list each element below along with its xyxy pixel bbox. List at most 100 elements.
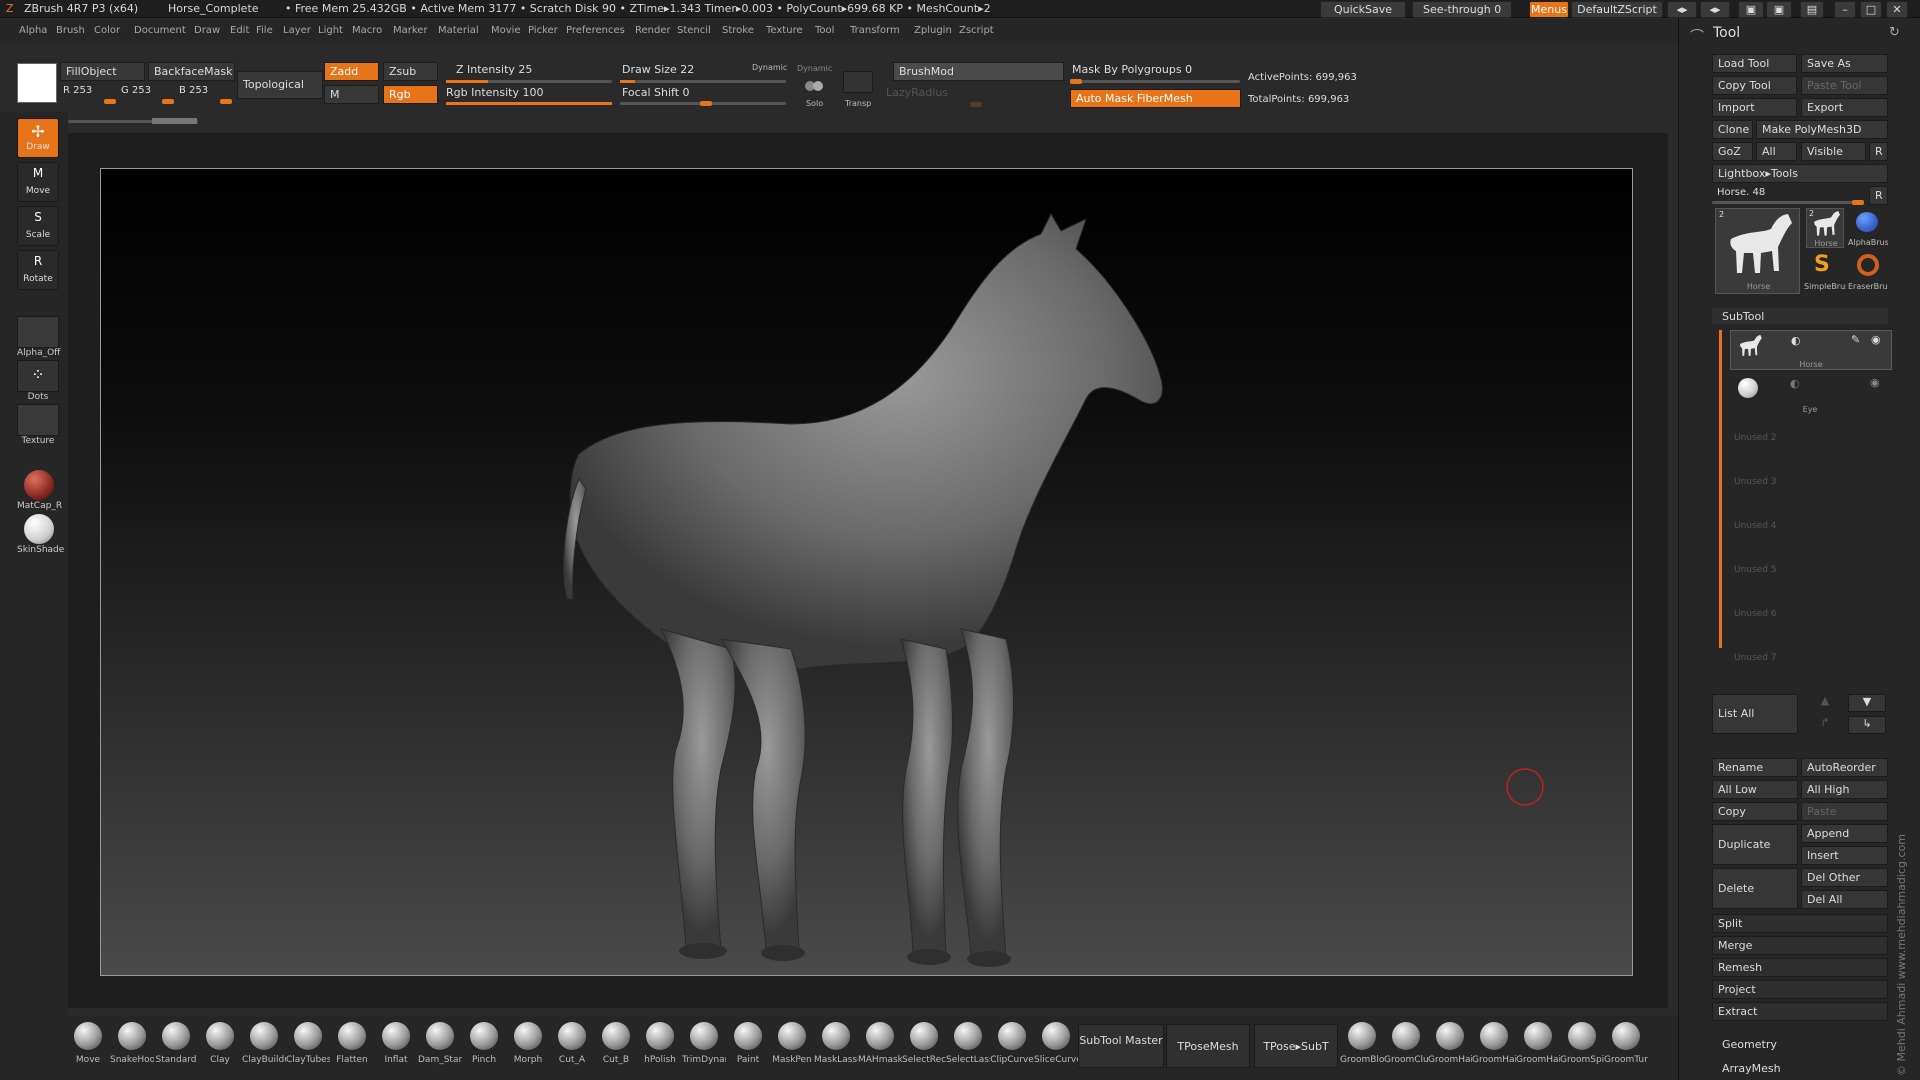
document-canvas[interactable]: [100, 168, 1633, 976]
menu-zplugin[interactable]: Zplugin: [914, 25, 952, 36]
menu-stencil[interactable]: Stencil: [677, 25, 711, 36]
quicksave-button[interactable]: QuickSave: [1320, 1, 1406, 18]
menu-texture[interactable]: Texture: [766, 25, 803, 36]
tool-slider[interactable]: [1712, 201, 1862, 204]
layout-1-icon[interactable]: ▣: [1738, 1, 1764, 18]
brush-groomspike[interactable]: GroomSpike: [1560, 1022, 1604, 1074]
subtool-master-button[interactable]: SubTool Master: [1078, 1024, 1164, 1068]
brush-paint[interactable]: Paint: [726, 1022, 770, 1074]
brush-mahmask[interactable]: MAHmask: [858, 1022, 902, 1074]
rgb-intensity-slider[interactable]: [446, 102, 612, 105]
menu-brush[interactable]: Brush: [56, 25, 85, 36]
brush-groomhairshort[interactable]: GroomHairShort: [1472, 1022, 1516, 1074]
clone-button[interactable]: Clone: [1712, 120, 1753, 139]
zadd-button[interactable]: Zadd: [324, 62, 379, 81]
all-low-button[interactable]: All Low: [1712, 780, 1798, 799]
visible-button[interactable]: Visible: [1801, 142, 1866, 161]
menu-document[interactable]: Document: [134, 25, 186, 36]
goz-r-button[interactable]: R: [1869, 142, 1888, 161]
menu-preferences[interactable]: Preferences: [566, 25, 625, 36]
brush-groomclump[interactable]: GroomClump: [1384, 1022, 1428, 1074]
subtool-row-eye[interactable]: ◐ ◉ Eye: [1730, 374, 1892, 414]
m-button[interactable]: M: [324, 85, 379, 104]
z-intensity-slider[interactable]: [446, 80, 612, 83]
brush-maskpen[interactable]: MaskPen: [770, 1022, 814, 1074]
dynamic-label[interactable]: Dynamic: [752, 63, 787, 72]
color-r-value[interactable]: R 253: [63, 85, 92, 96]
brush-claybuildup[interactable]: ClayBuildup: [242, 1022, 286, 1074]
delete-button[interactable]: Delete: [1712, 868, 1798, 909]
menu-movie[interactable]: Movie: [491, 25, 521, 36]
move-down-icon[interactable]: ▼: [1848, 694, 1886, 712]
draw-size-label[interactable]: Draw Size 22: [622, 63, 694, 76]
split-section[interactable]: Split: [1712, 914, 1888, 933]
merge-section[interactable]: Merge: [1712, 936, 1888, 955]
menus-toggle[interactable]: Menus: [1529, 1, 1569, 18]
fill-object-button[interactable]: FillObject: [60, 62, 145, 81]
lock-icon[interactable]: ▤: [1800, 1, 1824, 18]
brush-trimdynamic[interactable]: TrimDynamic: [682, 1022, 726, 1074]
paste-subtool-button[interactable]: Paste: [1801, 802, 1888, 821]
texture-slot[interactable]: [17, 404, 59, 436]
draw-mode-button[interactable]: ✢ Draw: [17, 118, 59, 158]
horse-model-render[interactable]: [101, 169, 1634, 977]
skinshade-material-icon[interactable]: [24, 514, 54, 544]
del-all-button[interactable]: Del All: [1801, 890, 1888, 909]
menu-stroke[interactable]: Stroke: [722, 25, 754, 36]
subtool-row-horse[interactable]: ◐ ✎ ◉ Horse: [1730, 330, 1892, 370]
menu-layer[interactable]: Layer: [283, 25, 311, 36]
current-tool-thumbnail[interactable]: 2 Horse: [1715, 208, 1800, 294]
brush-clay[interactable]: Clay: [198, 1022, 242, 1074]
brush-icon[interactable]: ✎: [1851, 333, 1860, 346]
main-color-swatch[interactable]: [17, 63, 57, 103]
rename-button[interactable]: Rename: [1712, 758, 1798, 777]
transp-icon[interactable]: [843, 71, 873, 93]
color-g-value[interactable]: G 253: [121, 85, 151, 96]
make-polymesh3d-button[interactable]: Make PolyMesh3D: [1756, 120, 1888, 139]
brush-claytubes[interactable]: ClayTubes: [286, 1022, 330, 1074]
focal-shift-knob[interactable]: [700, 101, 712, 106]
arrow-up-right-icon[interactable]: ↱: [1807, 716, 1843, 734]
focal-shift-label[interactable]: Focal Shift 0: [622, 86, 690, 99]
default-zscript-button[interactable]: DefaultZScript: [1571, 1, 1663, 18]
import-button[interactable]: Import: [1712, 98, 1797, 117]
geometry-section[interactable]: Geometry: [1722, 1038, 1777, 1051]
tool-slider-label[interactable]: Horse. 48: [1717, 187, 1765, 198]
simple-brush-thumb[interactable]: S SimpleBrush: [1804, 252, 1846, 292]
brush-inflat[interactable]: Inflat: [374, 1022, 418, 1074]
close-icon[interactable]: ✕: [1886, 1, 1908, 18]
zsub-button[interactable]: Zsub: [383, 62, 438, 81]
goz-button[interactable]: GoZ: [1712, 142, 1753, 161]
extract-section[interactable]: Extract: [1712, 1002, 1888, 1021]
tool-pin-icon[interactable]: ⌒: [1690, 26, 1704, 46]
scale-mode-button[interactable]: S Scale: [17, 206, 59, 246]
alpha-slot[interactable]: [17, 316, 59, 348]
rotate-mode-button[interactable]: R Rotate: [17, 250, 59, 290]
copy-tool-button[interactable]: Copy Tool: [1712, 76, 1797, 95]
menu-color[interactable]: Color: [94, 25, 120, 36]
eraser-brush-thumb[interactable]: EraserBrush: [1848, 252, 1888, 292]
save-as-button[interactable]: Save As: [1801, 54, 1888, 73]
eye-visibility-icon[interactable]: ◉: [1870, 376, 1880, 389]
goz-all-button[interactable]: All: [1756, 142, 1797, 161]
menu-material[interactable]: Material: [438, 25, 479, 36]
brush-flatten[interactable]: Flatten: [330, 1022, 374, 1074]
menu-macro[interactable]: Macro: [352, 25, 382, 36]
color-g-knob[interactable]: [162, 99, 174, 104]
del-other-button[interactable]: Del Other: [1801, 868, 1888, 887]
autoreorder-button[interactable]: AutoReorder: [1801, 758, 1888, 777]
color-r-knob[interactable]: [104, 99, 116, 104]
duplicate-button[interactable]: Duplicate: [1712, 824, 1798, 865]
topological-button[interactable]: Topological: [237, 71, 323, 99]
backface-mask-button[interactable]: BackfaceMask: [148, 62, 235, 81]
project-section[interactable]: Project: [1712, 980, 1888, 999]
layout-2-icon[interactable]: ▣: [1766, 1, 1792, 18]
mask-polygroups-label[interactable]: Mask By Polygroups 0: [1072, 63, 1192, 76]
brush-groomhairtoss[interactable]: GroomHairToss: [1516, 1022, 1560, 1074]
menu-light[interactable]: Light: [318, 25, 343, 36]
list-all-button[interactable]: List All: [1712, 694, 1798, 734]
solo-icon[interactable]: [803, 75, 827, 95]
move-up-icon[interactable]: ▲: [1807, 694, 1843, 712]
menu-render[interactable]: Render: [635, 25, 671, 36]
arrow-down-right-icon[interactable]: ↳: [1848, 716, 1886, 734]
